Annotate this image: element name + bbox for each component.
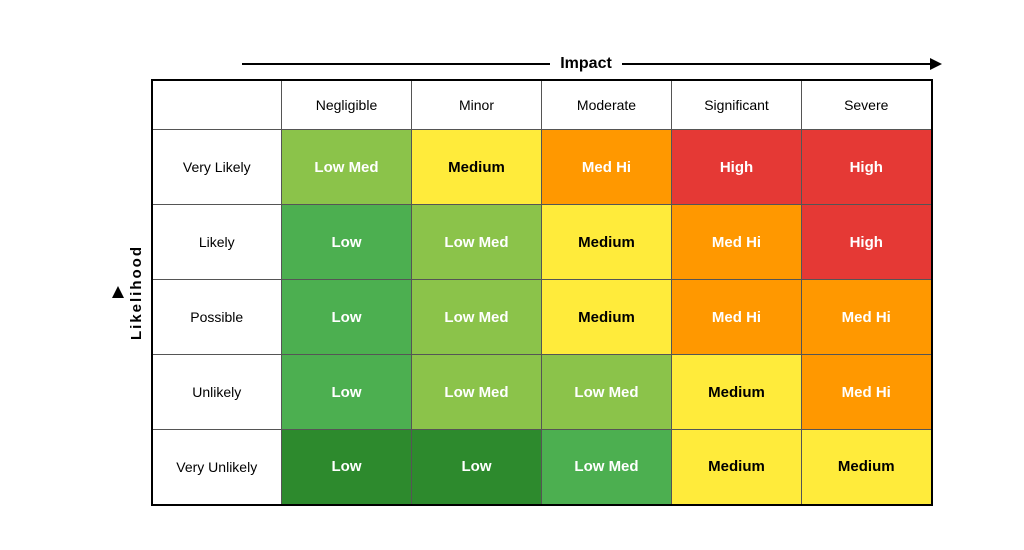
row-header-unlikely: Unlikely: [152, 355, 282, 430]
risk-cell-r1-c4: High: [802, 205, 932, 280]
impact-arrow-line2: [622, 63, 930, 65]
main-content: Likelihood Negligible Minor Moderate Sig…: [112, 79, 933, 506]
col-header-significant: Significant: [672, 80, 802, 130]
risk-cell-r3-c3: Medium: [672, 355, 802, 430]
table-row: LikelyLowLow MedMediumMed HiHigh: [152, 205, 932, 280]
row-header-possible: Possible: [152, 280, 282, 355]
risk-cell-r4-c1: Low: [412, 430, 542, 505]
risk-cell-r4-c3: Medium: [672, 430, 802, 505]
risk-table: Negligible Minor Moderate Significant Se…: [151, 79, 933, 506]
table-row: PossibleLowLow MedMediumMed HiMed Hi: [152, 280, 932, 355]
risk-cell-r1-c1: Low Med: [412, 205, 542, 280]
corner-cell: [152, 80, 282, 130]
risk-cell-r1-c2: Medium: [542, 205, 672, 280]
risk-cell-r0-c4: High: [802, 130, 932, 205]
risk-matrix-wrapper: Impact Likelihood Negligible Minor Moder…: [22, 25, 1002, 526]
impact-label: Impact: [550, 55, 622, 73]
impact-arrowhead: [930, 58, 942, 70]
table-row: UnlikelyLowLow MedLow MedMediumMed Hi: [152, 355, 932, 430]
table-row: Very LikelyLow MedMediumMed HiHighHigh: [152, 130, 932, 205]
risk-cell-r4-c4: Medium: [802, 430, 932, 505]
likelihood-wrapper: Likelihood: [112, 79, 145, 506]
risk-cell-r1-c0: Low: [282, 205, 412, 280]
risk-cell-r2-c0: Low: [282, 280, 412, 355]
row-header-likely: Likely: [152, 205, 282, 280]
risk-cell-r0-c2: Med Hi: [542, 130, 672, 205]
col-header-severe: Severe: [802, 80, 932, 130]
risk-cell-r0-c3: High: [672, 130, 802, 205]
risk-cell-r0-c1: Medium: [412, 130, 542, 205]
risk-cell-r2-c3: Med Hi: [672, 280, 802, 355]
col-header-negligible: Negligible: [282, 80, 412, 130]
row-header-very-unlikely: Very Unlikely: [152, 430, 282, 505]
likelihood-label: Likelihood: [128, 245, 145, 340]
risk-cell-r0-c0: Low Med: [282, 130, 412, 205]
impact-header: Impact: [242, 55, 942, 73]
col-header-moderate: Moderate: [542, 80, 672, 130]
column-header-row: Negligible Minor Moderate Significant Se…: [152, 80, 932, 130]
risk-cell-r4-c0: Low: [282, 430, 412, 505]
risk-cell-r3-c2: Low Med: [542, 355, 672, 430]
likelihood-arrowhead: [112, 286, 124, 298]
row-header-very-likely: Very Likely: [152, 130, 282, 205]
risk-cell-r2-c1: Low Med: [412, 280, 542, 355]
col-header-minor: Minor: [412, 80, 542, 130]
risk-cell-r3-c4: Med Hi: [802, 355, 932, 430]
risk-cell-r3-c0: Low: [282, 355, 412, 430]
table-row: Very UnlikelyLowLowLow MedMediumMedium: [152, 430, 932, 505]
risk-cell-r2-c2: Medium: [542, 280, 672, 355]
risk-cell-r4-c2: Low Med: [542, 430, 672, 505]
risk-cell-r2-c4: Med Hi: [802, 280, 932, 355]
risk-cell-r3-c1: Low Med: [412, 355, 542, 430]
likelihood-arrow-wrapper: [112, 286, 124, 298]
impact-arrow-line: [242, 63, 550, 65]
risk-cell-r1-c3: Med Hi: [672, 205, 802, 280]
